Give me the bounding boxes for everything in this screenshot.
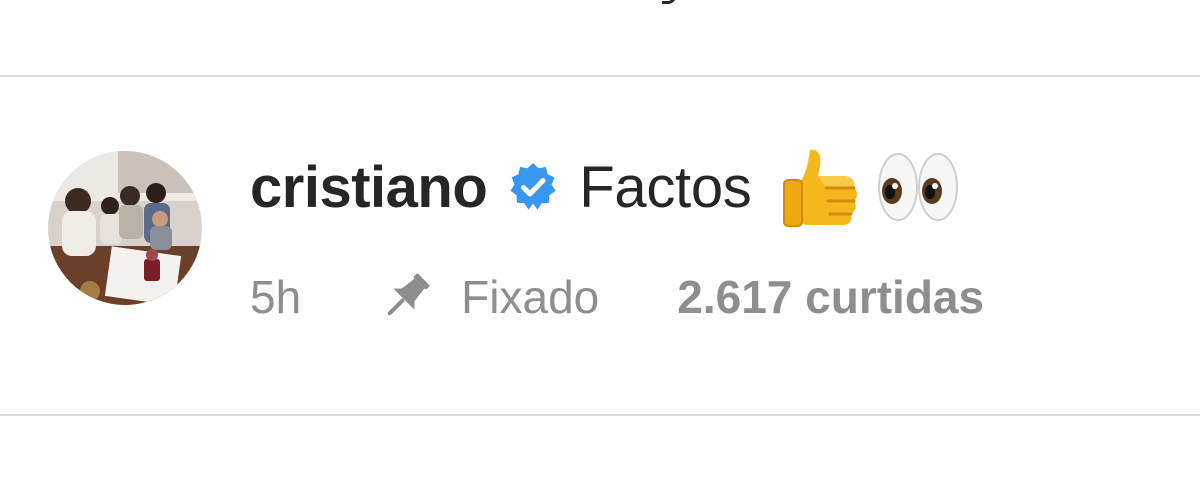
pinned-comment: cristiano Factos 5h Fixado 2.617 curtida… <box>0 77 1200 414</box>
likes-count[interactable]: 2.617 curtidas <box>677 270 984 324</box>
username[interactable]: cristiano <box>250 154 488 221</box>
avatar-photo <box>48 151 202 305</box>
pinned-label: Fixado <box>461 271 600 323</box>
comment-meta: 5h Fixado 2.617 curtidas <box>250 267 984 327</box>
thumbs-up-icon <box>778 144 862 230</box>
timestamp: 5h <box>250 271 302 323</box>
comment-header: cristiano Factos <box>250 147 962 227</box>
divider-bottom <box>0 414 1200 416</box>
previous-comment-fragment <box>662 0 676 4</box>
pin-icon <box>377 268 435 326</box>
verified-badge-icon <box>507 161 559 213</box>
eyes-icon <box>876 147 962 227</box>
avatar[interactable] <box>48 151 202 305</box>
comment-text: Factos <box>579 154 752 220</box>
